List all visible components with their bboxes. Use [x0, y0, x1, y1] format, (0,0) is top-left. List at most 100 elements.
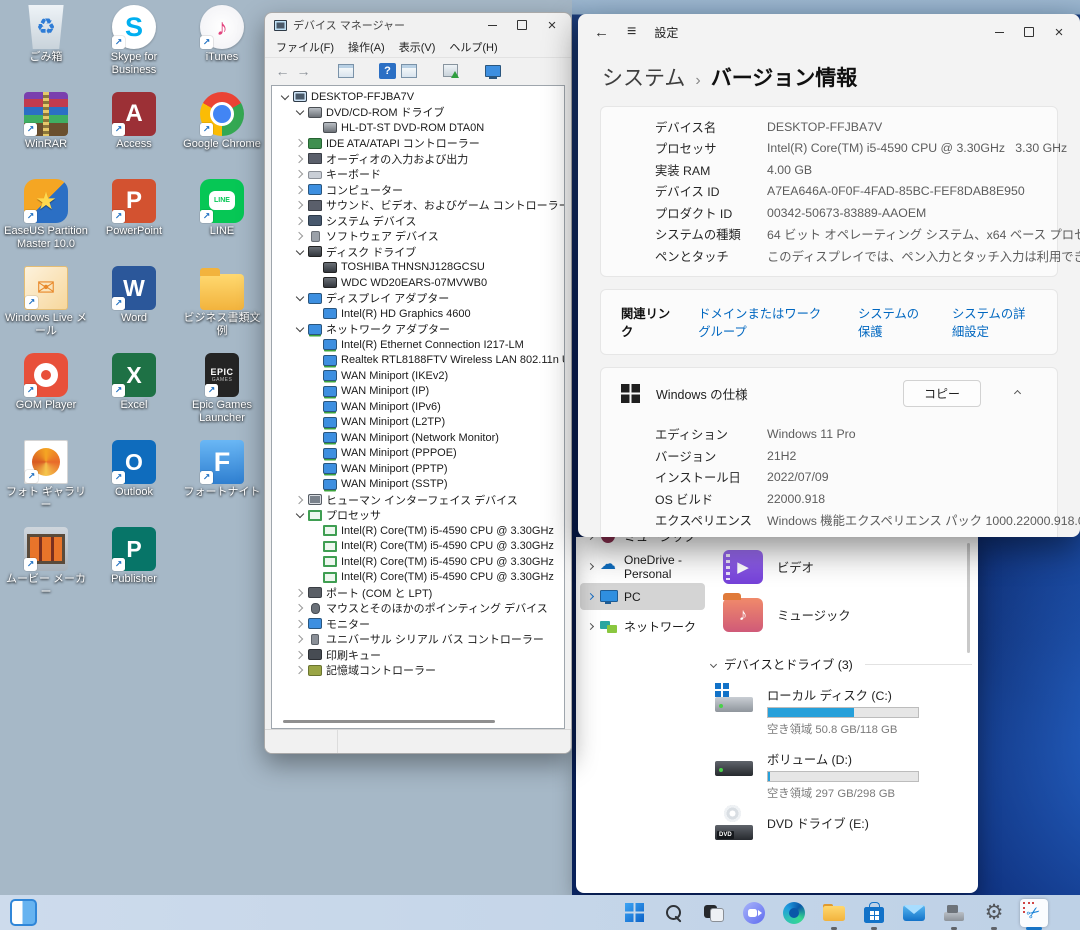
- desktop-icon[interactable]: GOM Player: [3, 353, 89, 440]
- device-tree-item[interactable]: TOSHIBA THNSNJ128GCSU: [272, 260, 564, 276]
- expander-icon[interactable]: [293, 586, 307, 600]
- related-link[interactable]: ドメインまたはワークグループ: [698, 304, 830, 340]
- device-tree-item[interactable]: プロセッサ: [272, 508, 564, 524]
- device-tree-item[interactable]: WDC WD20EARS-07MVWB0: [272, 275, 564, 291]
- desktop-icon[interactable]: ムービー メーカー: [3, 527, 89, 614]
- expander-icon[interactable]: [293, 229, 307, 243]
- expander-icon[interactable]: [293, 136, 307, 150]
- horizontal-scrollbar[interactable]: [283, 720, 495, 723]
- device-tree-item[interactable]: マウスとそのほかのポインティング デバイス: [272, 601, 564, 617]
- device-tree-item[interactable]: WAN Miniport (Network Monitor): [272, 430, 564, 446]
- device-manager-window[interactable]: デバイス マネージャー ファイル(F)操作(A)表示(V)ヘルプ(H) DESK…: [264, 12, 572, 754]
- menu-item[interactable]: ヘルプ(H): [442, 37, 504, 57]
- expander-icon[interactable]: [293, 322, 307, 336]
- toolbar-icon[interactable]: [379, 63, 396, 79]
- chevron-right-icon[interactable]: [587, 593, 594, 600]
- related-link[interactable]: システムの保護: [858, 304, 924, 340]
- expander-icon[interactable]: [308, 555, 322, 569]
- folder-item[interactable]: ミュージック: [709, 591, 972, 639]
- desktop-icon[interactable]: フォト ギャラリー: [3, 440, 89, 527]
- settings-titlebar[interactable]: ← ≡ 設定: [578, 14, 1080, 50]
- expander-icon[interactable]: [308, 431, 322, 445]
- chevron-right-icon[interactable]: [587, 623, 594, 630]
- desktop-icon[interactable]: Epic Games Launcher: [179, 353, 265, 440]
- device-tree-item[interactable]: サウンド、ビデオ、およびゲーム コントローラー: [272, 198, 564, 214]
- expander-icon[interactable]: [293, 183, 307, 197]
- copy-button[interactable]: コピー: [903, 380, 981, 407]
- device-tree-item[interactable]: Realtek RTL8188FTV Wireless LAN 802.11n …: [272, 353, 564, 369]
- back-arrow-icon[interactable]: ←: [594, 24, 609, 41]
- device-tree-item[interactable]: Intel(R) Core(TM) i5-4590 CPU @ 3.30GHz: [272, 523, 564, 539]
- device-tree-item[interactable]: WAN Miniport (PPTP): [272, 461, 564, 477]
- device-tree-item[interactable]: コンピューター: [272, 182, 564, 198]
- device-tree-item[interactable]: WAN Miniport (PPPOE): [272, 446, 564, 462]
- expander-icon[interactable]: [308, 400, 322, 414]
- desktop-icon[interactable]: PowerPoint: [91, 179, 177, 266]
- device-tree-item[interactable]: Intel(R) HD Graphics 4600: [272, 306, 564, 322]
- desktop-icon[interactable]: ごみ箱: [3, 5, 89, 92]
- device-tree-item[interactable]: Intel(R) Core(TM) i5-4590 CPU @ 3.30GHz: [272, 570, 564, 586]
- device-tree-item[interactable]: Intel(R) Core(TM) i5-4590 CPU @ 3.30GHz: [272, 554, 564, 570]
- sidebar-item[interactable]: OneDrive - Personal: [580, 553, 705, 580]
- device-tree-item[interactable]: ポート (COM と LPT): [272, 585, 564, 601]
- folder-item[interactable]: ビデオ: [709, 543, 972, 591]
- widgets-button[interactable]: [10, 899, 37, 926]
- taskbar-button[interactable]: [820, 899, 848, 927]
- desktop-icon[interactable]: Skype for Business: [91, 5, 177, 92]
- expander-icon[interactable]: [293, 214, 307, 228]
- toolbar-icon[interactable]: [316, 63, 333, 79]
- expander-icon[interactable]: [308, 462, 322, 476]
- taskbar-button[interactable]: [700, 899, 728, 927]
- expander-icon[interactable]: [293, 663, 307, 677]
- device-tree-item[interactable]: キーボード: [272, 167, 564, 183]
- expander-icon[interactable]: [293, 632, 307, 646]
- expander-icon[interactable]: [308, 524, 322, 538]
- desktop-icon[interactable]: Outlook: [91, 440, 177, 527]
- toolbar-icon[interactable]: [337, 63, 354, 79]
- device-tree-item[interactable]: ソフトウェア デバイス: [272, 229, 564, 245]
- expander-icon[interactable]: [293, 198, 307, 212]
- devices-drives-section-header[interactable]: デバイスとドライブ (3): [711, 655, 972, 673]
- expander-icon[interactable]: [308, 338, 322, 352]
- expander-icon[interactable]: [308, 369, 322, 383]
- taskbar-button[interactable]: [900, 899, 928, 927]
- desktop-icon[interactable]: Windows Live メール: [3, 266, 89, 353]
- maximize-button[interactable]: [1014, 21, 1044, 43]
- desktop-icon[interactable]: Google Chrome: [179, 92, 265, 179]
- device-tree-item[interactable]: WAN Miniport (L2TP): [272, 415, 564, 431]
- minimize-button[interactable]: [984, 21, 1014, 43]
- expander-icon[interactable]: [308, 276, 322, 290]
- toolbar-icon[interactable]: [400, 63, 417, 79]
- close-button[interactable]: [1044, 21, 1074, 43]
- device-tree-item[interactable]: ネットワーク アダプター: [272, 322, 564, 338]
- expander-icon[interactable]: [293, 508, 307, 522]
- expander-icon[interactable]: [308, 446, 322, 460]
- expander-icon[interactable]: [308, 121, 322, 135]
- expander-icon[interactable]: [293, 152, 307, 166]
- sidebar-item[interactable]: PC: [580, 583, 705, 610]
- device-tree-item[interactable]: WAN Miniport (IP): [272, 384, 564, 400]
- expander-icon[interactable]: [308, 260, 322, 274]
- device-tree-item[interactable]: ディスプレイ アダプター: [272, 291, 564, 307]
- drive-item[interactable]: ボリューム (D:) 空き領域 297 GB/298 GB: [709, 739, 972, 803]
- related-link[interactable]: システムの詳細設定: [952, 304, 1037, 340]
- device-tree-item[interactable]: WAN Miniport (IPv6): [272, 399, 564, 415]
- device-tree-item[interactable]: Intel(R) Ethernet Connection I217-LM: [272, 337, 564, 353]
- taskbar-button[interactable]: [740, 899, 768, 927]
- toolbar-icon[interactable]: [358, 63, 375, 79]
- expander-icon[interactable]: [278, 90, 292, 104]
- desktop-icon[interactable]: Publisher: [91, 527, 177, 614]
- taskbar-button[interactable]: [620, 899, 648, 927]
- device-tree-item[interactable]: WAN Miniport (SSTP): [272, 477, 564, 493]
- device-tree-item[interactable]: DVD/CD-ROM ドライブ: [272, 105, 564, 121]
- device-tree-item[interactable]: システム デバイス: [272, 213, 564, 229]
- breadcrumb-parent[interactable]: システム: [602, 62, 685, 92]
- explorer-scrollbar[interactable]: [967, 543, 970, 653]
- device-tree-item[interactable]: モニター: [272, 616, 564, 632]
- taskbar-button[interactable]: [940, 899, 968, 927]
- device-tree-item[interactable]: ユニバーサル シリアル バス コントローラー: [272, 632, 564, 648]
- desktop-icon[interactable]: Access: [91, 92, 177, 179]
- desktop-icon[interactable]: フォートナイト: [179, 440, 265, 527]
- desktop-icon[interactable]: iTunes: [179, 5, 265, 92]
- device-manager-titlebar[interactable]: デバイス マネージャー: [265, 13, 571, 37]
